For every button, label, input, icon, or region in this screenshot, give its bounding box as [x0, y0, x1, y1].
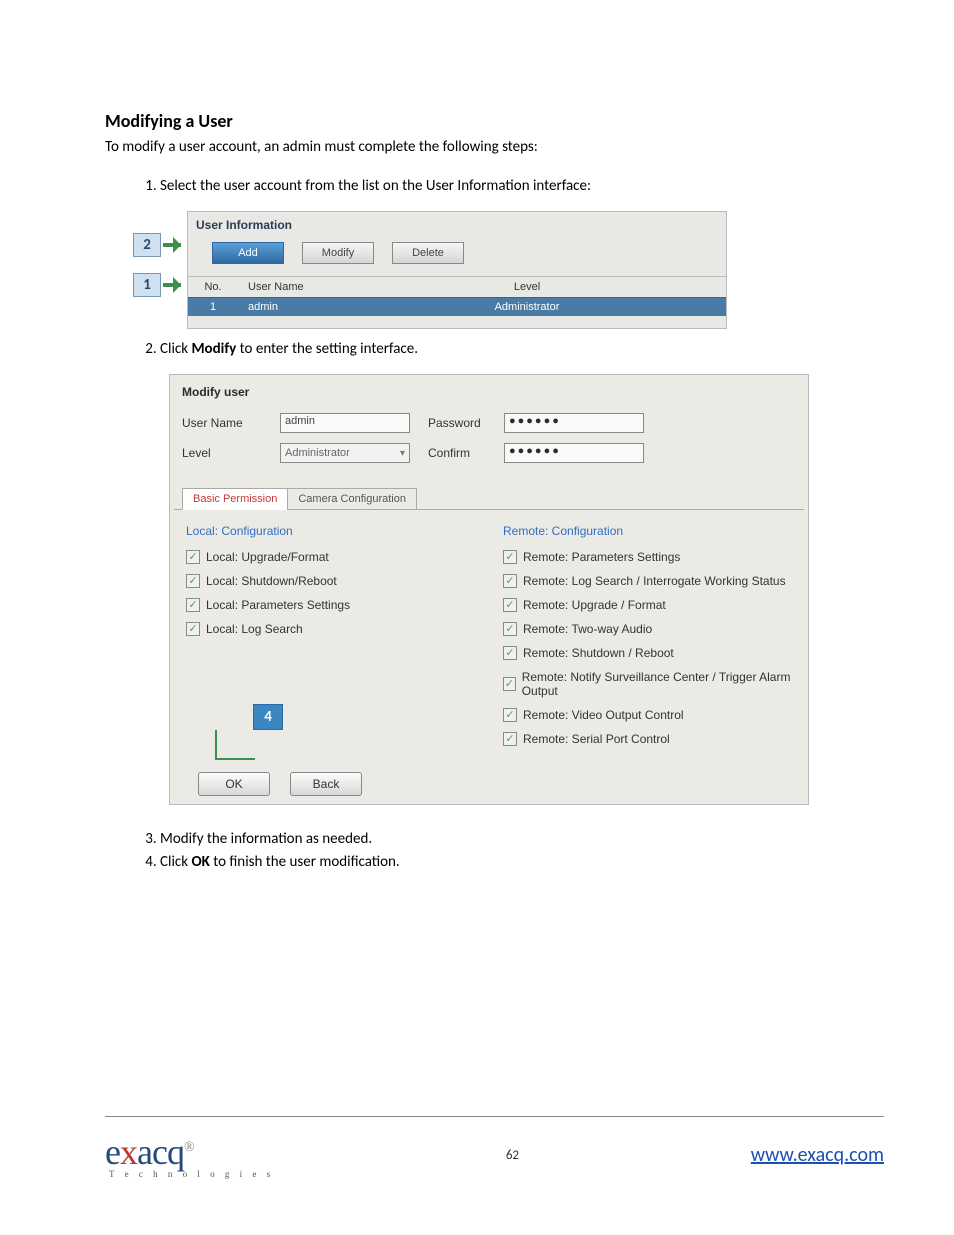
col-no: No. [188, 277, 238, 298]
perm-remote-audio[interactable]: ✓Remote: Two-way Audio [499, 622, 796, 636]
step-3: Modify the information as needed. [160, 829, 849, 850]
add-button[interactable]: Add [212, 242, 284, 264]
perm-remote-video[interactable]: ✓Remote: Video Output Control [499, 708, 796, 722]
page-number: 62 [506, 1148, 519, 1163]
confirm-label: Confirm [428, 446, 498, 460]
page-title: Modifying a User [105, 110, 849, 132]
tab-basic-permission[interactable]: Basic Permission [182, 488, 288, 510]
tab-camera-configuration[interactable]: Camera Configuration [287, 488, 417, 510]
callout-1: 1 [133, 273, 161, 297]
panel1-title: User Information [188, 212, 726, 242]
user-table: No. User Name Level 1 admin Administrato… [188, 276, 726, 328]
delete-button[interactable]: Delete [392, 242, 464, 264]
col-level: Level [328, 277, 726, 298]
step-4: Click OK to finish the user modification… [160, 852, 849, 873]
chevron-down-icon: ▾ [400, 448, 405, 459]
checkbox-icon: ✓ [503, 550, 517, 564]
back-button[interactable]: Back [290, 772, 362, 796]
username-label: User Name [182, 416, 274, 430]
password-field[interactable]: ●●●●●● [504, 413, 644, 433]
checkbox-icon: ✓ [503, 646, 517, 660]
perm-remote-upgrade[interactable]: ✓Remote: Upgrade / Format [499, 598, 796, 612]
local-config-heading: Local: Configuration [182, 524, 479, 538]
checkbox-icon: ✓ [503, 574, 517, 588]
col-username: User Name [238, 277, 328, 298]
table-row[interactable]: 1 admin Administrator [188, 298, 726, 317]
perm-remote-notify[interactable]: ✓Remote: Notify Surveillance Center / Tr… [499, 670, 796, 698]
intro-text: To modify a user account, an admin must … [105, 138, 849, 156]
level-label: Level [182, 446, 274, 460]
perm-local-log[interactable]: ✓Local: Log Search [182, 622, 479, 636]
username-field[interactable]: admin [280, 413, 410, 433]
remote-config-heading: Remote: Configuration [499, 524, 796, 538]
footer-link[interactable]: www.exacq.com [751, 1143, 884, 1167]
callout-connector-icon [215, 730, 255, 760]
checkbox-icon: ✓ [186, 574, 200, 588]
callout-arrow-icon [163, 243, 181, 247]
checkbox-icon: ✓ [186, 598, 200, 612]
checkbox-icon: ✓ [186, 550, 200, 564]
callout-4: 4 [253, 704, 283, 730]
level-select[interactable]: Administrator ▾ [280, 443, 410, 463]
perm-remote-serial[interactable]: ✓Remote: Serial Port Control [499, 732, 796, 746]
exacq-logo: exacq® T e c h n o l o g i e s [105, 1131, 274, 1179]
ok-button[interactable]: OK [198, 772, 270, 796]
perm-local-shutdown[interactable]: ✓Local: Shutdown/Reboot [182, 574, 479, 588]
checkbox-icon: ✓ [503, 708, 517, 722]
perm-remote-log[interactable]: ✓Remote: Log Search / Interrogate Workin… [499, 574, 796, 588]
checkbox-icon: ✓ [186, 622, 200, 636]
checkbox-icon: ✓ [503, 598, 517, 612]
checkbox-icon: ✓ [503, 677, 516, 691]
perm-local-upgrade[interactable]: ✓Local: Upgrade/Format [182, 550, 479, 564]
modify-user-panel: Modify user User Name admin Password ●●●… [169, 374, 809, 805]
perm-local-params[interactable]: ✓Local: Parameters Settings [182, 598, 479, 612]
user-information-panel: User Information Add Modify Delete No. U… [187, 211, 727, 329]
panel2-title: Modify user [170, 375, 808, 413]
modify-button[interactable]: Modify [302, 242, 374, 264]
confirm-field[interactable]: ●●●●●● [504, 443, 644, 463]
perm-remote-params[interactable]: ✓Remote: Parameters Settings [499, 550, 796, 564]
callout-arrow-icon [163, 283, 181, 287]
step-2: Click Modify to enter the setting interf… [160, 339, 849, 360]
password-label: Password [428, 416, 498, 430]
callout-2: 2 [133, 233, 161, 257]
checkbox-icon: ✓ [503, 622, 517, 636]
checkbox-icon: ✓ [503, 732, 517, 746]
perm-remote-shutdown[interactable]: ✓Remote: Shutdown / Reboot [499, 646, 796, 660]
step-1: Select the user account from the list on… [160, 176, 849, 197]
